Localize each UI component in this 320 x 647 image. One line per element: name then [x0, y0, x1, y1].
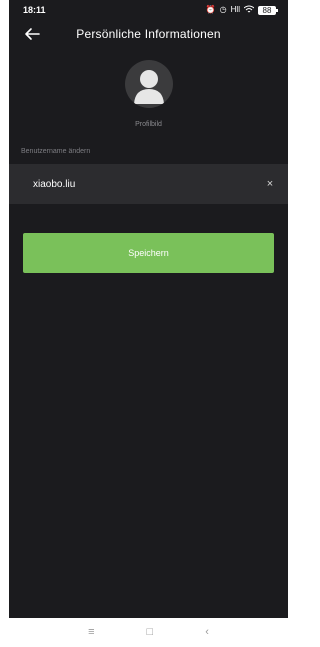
clock-icon: ◷ [219, 5, 227, 14]
header: Persönliche Informationen [9, 20, 288, 48]
profile-section: Profilbild [9, 60, 288, 128]
user-avatar-icon[interactable] [124, 60, 173, 108]
menu-icon[interactable]: ≡ [88, 627, 94, 638]
status-time: 18:11 [23, 5, 46, 15]
status-bar: 18:11 ⏰ ◷ Hll 88 [9, 0, 288, 20]
app-screen: 18:11 ⏰ ◷ Hll 88 Persönliche Information… [9, 0, 288, 618]
save-button[interactable]: Speichern [23, 233, 274, 273]
alarm-icon: ⏰ [205, 5, 216, 14]
status-icons: ⏰ ◷ Hll 88 [205, 5, 278, 15]
system-nav-bar: ≡ □ ‹ [0, 618, 297, 647]
back-icon[interactable]: ‹ [205, 627, 209, 638]
battery-icon: 88 [258, 5, 278, 15]
username-input[interactable] [33, 178, 262, 190]
username-label: Benutzername ändern [21, 148, 91, 155]
clear-input-icon[interactable]: × [262, 178, 278, 190]
username-field: × [9, 164, 288, 204]
signal-icon: Hll [230, 5, 240, 14]
home-icon[interactable]: □ [147, 627, 154, 638]
arrow-left-icon[interactable] [23, 25, 41, 43]
profile-picture-label: Profilbild [135, 121, 162, 128]
wifi-icon [243, 5, 255, 15]
page-title: Persönliche Informationen [76, 27, 221, 41]
